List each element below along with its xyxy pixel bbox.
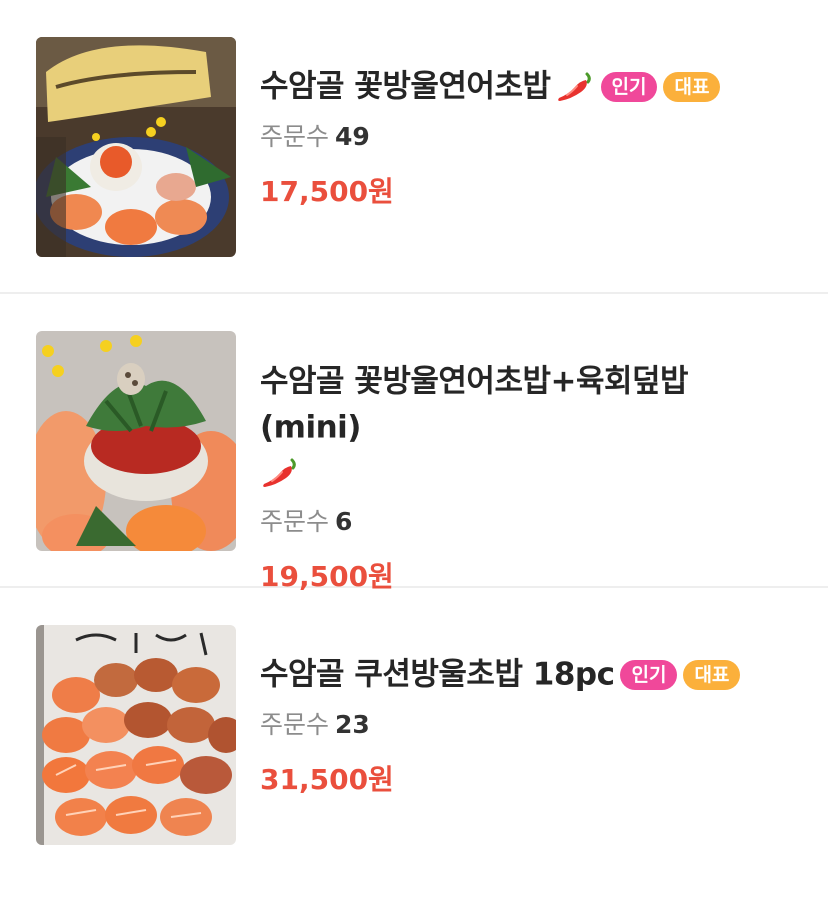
menu-item-title-line: 수암골 꽃방울연어초밥 인기 대표 xyxy=(260,64,788,108)
order-count-label: 주문수 xyxy=(260,709,330,739)
salmon-yukhoe-photo xyxy=(36,331,236,551)
salmon-sushi-photo xyxy=(36,37,236,257)
menu-item-photo[interactable] xyxy=(36,331,236,551)
order-count-value: 23 xyxy=(335,709,370,739)
chili-pepper-icon xyxy=(555,70,595,104)
order-count-label: 주문수 xyxy=(260,121,330,151)
menu-item-info: 수암골 쿠션방울초밥 18pc 인기 대표 주문수 23 31,500원 xyxy=(260,652,788,798)
menu-item-name[interactable]: 수암골 꽃방울연어초밥 xyxy=(260,69,551,105)
order-count-row: 주문수 49 xyxy=(260,120,788,154)
order-count-row: 주문수 6 xyxy=(260,505,788,539)
signature-badge: 대표 xyxy=(683,659,741,690)
order-count-value: 6 xyxy=(335,507,353,536)
popular-badge: 인기 xyxy=(620,659,678,690)
chili-pepper-icon xyxy=(260,456,300,490)
signature-badge: 대표 xyxy=(663,71,721,102)
popular-badge: 인기 xyxy=(600,71,658,102)
menu-item-photo[interactable] xyxy=(36,625,236,845)
menu-item-info: 수암골 꽃방울연어초밥+육회덮밥(mini) 주문수 6 19,500원 xyxy=(260,358,788,595)
order-count-label: 주문수 xyxy=(260,507,330,536)
menu-item[interactable]: 수암골 꽃방울연어초밥 인기 대표 주문수 49 17,500원 xyxy=(0,0,828,294)
menu-item-title-line: 수암골 쿠션방울초밥 18pc 인기 대표 xyxy=(260,652,788,696)
menu-item-name[interactable]: 수암골 꽃방울연어초밥+육회덮밥(mini) xyxy=(260,364,689,446)
menu-item-info: 수암골 꽃방울연어초밥 인기 대표 주문수 49 17,500원 xyxy=(260,64,788,210)
cushion-sushi-photo xyxy=(36,625,236,845)
menu-item-price: 31,500원 xyxy=(260,762,394,796)
menu-item-title-line: 수암골 꽃방울연어초밥+육회덮밥(mini) xyxy=(260,358,788,493)
menu-item-photo[interactable] xyxy=(36,37,236,257)
menu-item-price: 17,500원 xyxy=(260,174,394,208)
menu-item[interactable]: 수암골 꽃방울연어초밥+육회덮밥(mini) 주문수 6 19,500원 xyxy=(0,294,828,593)
order-count-value: 49 xyxy=(335,121,370,151)
order-count-row: 주문수 23 xyxy=(260,708,788,742)
menu-item-name[interactable]: 수암골 쿠션방울초밥 18pc xyxy=(260,657,615,693)
